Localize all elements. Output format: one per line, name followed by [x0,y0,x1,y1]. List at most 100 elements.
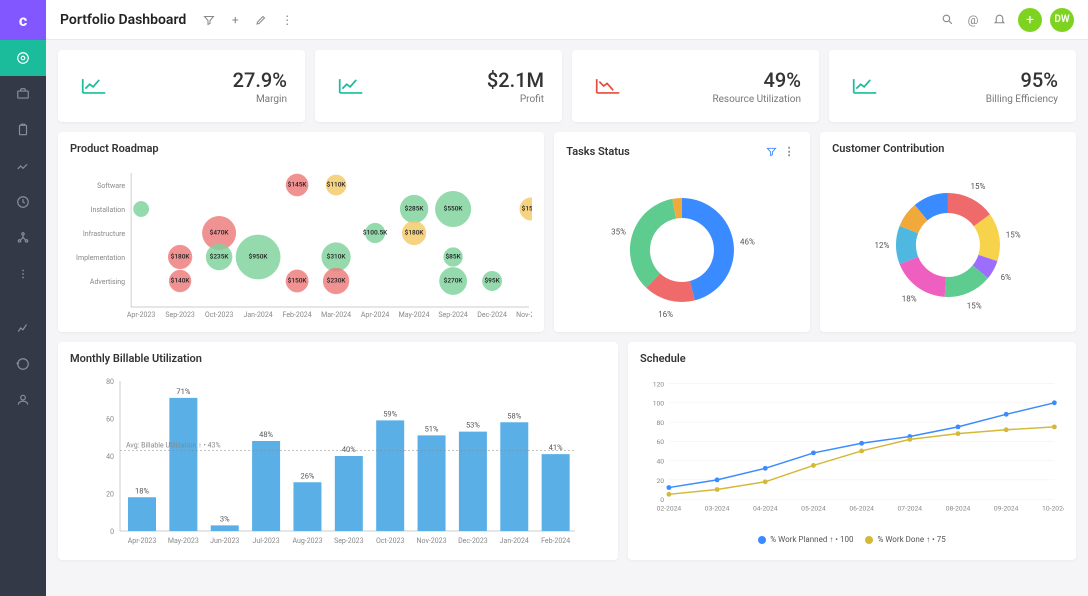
panel-customer-contribution: Customer Contribution 15%15%6%15%18%12% [820,132,1076,332]
panel-title: Product Roadmap [70,142,159,155]
svg-text:$550K: $550K [444,205,464,213]
svg-text:Apr-2024: Apr-2024 [361,311,390,319]
svg-text:53%: 53% [466,421,480,430]
svg-text:$950K: $950K [249,253,269,261]
search-icon[interactable] [934,7,960,33]
edit-icon[interactable] [248,7,274,33]
svg-text:40: 40 [106,453,114,461]
svg-text:58%: 58% [507,411,521,420]
kpi-margin: 27.9% Margin [58,50,305,122]
svg-text:Jun-2023: Jun-2023 [210,537,239,545]
filter-icon[interactable] [762,142,780,160]
kpi-value: 95% [986,68,1058,92]
svg-text:Nov-2023: Nov-2023 [417,537,447,545]
sidebar-item-clipboard[interactable] [0,112,46,148]
svg-text:46%: 46% [740,238,755,247]
sidebar-item-tree[interactable] [0,220,46,256]
add-icon[interactable]: + [222,7,248,33]
more-icon[interactable]: ⋮ [274,7,300,33]
panel-title: Schedule [640,352,686,365]
svg-text:$100.5K: $100.5K [363,229,388,237]
svg-text:$150K: $150K [288,277,308,285]
sidebar-item-more[interactable] [0,256,46,292]
svg-text:Sep-2023: Sep-2023 [334,537,364,545]
sidebar-item-analytics[interactable] [0,310,46,346]
svg-text:60: 60 [106,416,114,424]
svg-text:18%: 18% [902,294,917,303]
mention-icon[interactable]: @ [960,7,986,33]
panel-title: Tasks Status [566,145,630,158]
roadmap-chart: SoftwareInstallationInfrastructureImplem… [70,165,532,325]
svg-text:Jul-2023: Jul-2023 [253,537,280,545]
svg-text:Jan-2024: Jan-2024 [243,311,272,319]
svg-text:$230K: $230K [327,277,347,285]
sidebar: c [0,0,46,596]
bell-icon[interactable] [986,7,1012,33]
sidebar-item-chart[interactable] [0,148,46,184]
kpi-profit: $2.1M Profit [315,50,562,122]
kpi-label: Margin [233,94,287,105]
filter-icon[interactable] [196,7,222,33]
svg-text:$145K: $145K [288,181,308,189]
topbar: Portfolio Dashboard + ⋮ @ + DW [46,0,1088,40]
svg-text:Infrastructure: Infrastructure [83,230,126,238]
sidebar-item-briefcase[interactable] [0,76,46,112]
svg-text:71%: 71% [176,387,190,396]
svg-text:09-2024: 09-2024 [994,505,1019,513]
panel-title: Customer Contribution [832,142,944,155]
svg-text:40: 40 [657,457,665,465]
svg-text:$110K: $110K [327,181,347,189]
svg-text:Feb-2024: Feb-2024 [541,537,570,545]
svg-text:Oct-2023: Oct-2023 [205,311,234,319]
svg-text:$95K: $95K [485,277,501,285]
svg-text:0: 0 [110,528,114,536]
svg-text:41%: 41% [549,443,563,452]
kpi-label: Billing Efficiency [986,94,1058,105]
svg-text:05-2024: 05-2024 [801,505,826,513]
sidebar-item-history[interactable] [0,346,46,382]
svg-text:04-2024: 04-2024 [753,505,778,513]
user-avatar[interactable]: DW [1050,8,1074,32]
svg-text:Apr-2023: Apr-2023 [127,311,156,319]
trend-down-icon [590,68,626,104]
svg-text:10-2024: 10-2024 [1042,505,1064,513]
panel-more-icon[interactable]: ⋮ [780,142,798,160]
kpi-billing-eff: 95% Billing Efficiency [829,50,1076,122]
sidebar-item-user[interactable] [0,382,46,418]
svg-text:Aug-2023: Aug-2023 [292,537,322,545]
panel-roadmap: Product Roadmap SoftwareInstallationInfr… [58,132,544,332]
svg-text:120: 120 [653,380,665,388]
svg-text:60: 60 [657,438,665,446]
svg-text:$155K: $155K [522,205,533,213]
svg-text:48%: 48% [259,430,273,439]
svg-text:03-2024: 03-2024 [705,505,730,513]
svg-text:35%: 35% [611,228,626,237]
svg-text:06-2024: 06-2024 [849,505,874,513]
kpi-label: Resource Utilization [712,94,801,105]
kpi-value: 49% [712,68,801,92]
panel-task-status: Tasks Status ⋮ 46%16%35% [554,132,810,332]
svg-text:Sep-2023: Sep-2023 [165,311,195,319]
sidebar-item-dashboard[interactable] [0,40,46,76]
create-button[interactable]: + [1018,8,1042,32]
svg-text:$180K: $180K [171,253,191,261]
svg-text:80: 80 [657,419,665,427]
panel-title: Monthly Billable Utilization [70,352,202,365]
svg-text:6%: 6% [1001,273,1011,282]
svg-text:15%: 15% [1006,231,1021,240]
customer-chart: 15%15%6%15%18%12% [832,165,1064,325]
kpi-value: 27.9% [233,68,287,92]
app-logo: c [0,0,46,40]
svg-text:Avg: Billable Utilization ↑ •: Avg: Billable Utilization ↑ • 43% [126,441,221,449]
billable-chart: 02040608018%Apr-202371%May-20233%Jun-202… [70,375,606,555]
kpi-label: Profit [487,94,544,105]
svg-text:Jan-2024: Jan-2024 [500,537,529,545]
svg-text:Software: Software [97,182,125,190]
svg-text:$310K: $310K [327,253,347,261]
kpi-value: $2.1M [487,68,544,92]
svg-text:20: 20 [106,491,114,499]
trend-up-icon [76,68,112,104]
svg-text:15%: 15% [971,182,986,191]
sidebar-item-clock[interactable] [0,184,46,220]
svg-text:Feb-2024: Feb-2024 [283,311,312,319]
